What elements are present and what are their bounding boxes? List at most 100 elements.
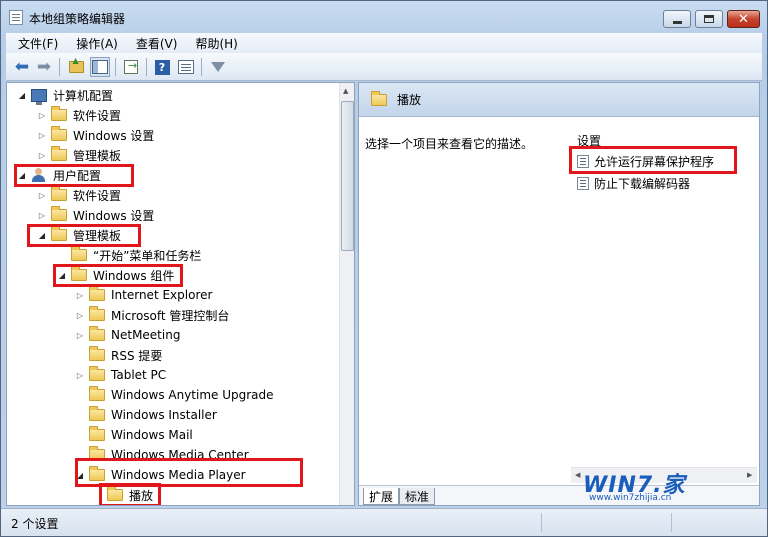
tree-item-label: Windows 设置 [73, 128, 155, 143]
expander-icon[interactable]: ◢ [17, 91, 27, 100]
tree-item-label: 计算机配置 [53, 88, 114, 103]
expander-icon[interactable]: ▷ [75, 331, 85, 340]
window-title: 本地组策略编辑器 [29, 12, 126, 26]
status-divider [671, 513, 672, 532]
expander-icon[interactable]: ▷ [37, 131, 47, 140]
tree-item-windows-settings[interactable]: ▷ Windows 设置 [37, 125, 154, 145]
toolbar-separator [59, 58, 60, 76]
folder-icon [51, 146, 67, 161]
export-list-button[interactable] [121, 57, 141, 77]
expander-icon[interactable]: ▷ [75, 291, 85, 300]
tree-item-windows-mail[interactable]: Windows Mail [75, 425, 193, 445]
title-bar[interactable]: 本地组策略编辑器 ✕ [1, 1, 767, 33]
folder-icon [51, 206, 67, 221]
setting-item-prevent-codec-download[interactable]: 防止下载编解码器 [577, 174, 690, 192]
tree-item-label: 管理模板 [73, 148, 122, 163]
tree-item-label: Windows Mail [111, 428, 193, 442]
tree-item-label: Windows 设置 [73, 208, 155, 223]
details-pane: 播放 选择一个项目来查看它的描述。 设置 允许运行屏幕保护程序 防止下载编解码器… [358, 82, 760, 506]
tree-item-label: 软件设置 [73, 108, 122, 123]
tree-item-label: Windows Installer [111, 408, 217, 422]
up-button[interactable] [66, 56, 86, 77]
folder-icon [89, 406, 105, 421]
folder-icon [89, 306, 105, 321]
back-icon: ⬅ [14, 56, 30, 77]
tree-item-computer-config[interactable]: ◢ 计算机配置 [17, 85, 113, 105]
scroll-up-icon[interactable]: ▲ [343, 87, 348, 95]
view-icon [178, 60, 194, 74]
folder-icon [89, 426, 105, 441]
app-icon [9, 10, 23, 25]
tree-item-netmeeting[interactable]: ▷ NetMeeting [75, 325, 180, 345]
details-header-title: 播放 [397, 93, 422, 107]
tree-item-software-settings[interactable]: ▷ 软件设置 [37, 105, 121, 125]
tree-item-label: “开始”菜单和任务栏 [93, 248, 202, 263]
export-list-icon [124, 59, 138, 74]
maximize-button[interactable] [695, 10, 723, 28]
highlight-box [569, 146, 737, 174]
tree-item-label: RSS 提要 [111, 348, 163, 363]
tab-standard[interactable]: 标准 [399, 488, 436, 505]
forward-button[interactable]: ➡ [34, 57, 54, 77]
scroll-thumb[interactable] [341, 101, 354, 251]
show-tree-button[interactable] [90, 57, 110, 77]
tree-item-windows-installer[interactable]: Windows Installer [75, 405, 217, 425]
tree-item-label: Internet Explorer [111, 288, 213, 302]
menu-action[interactable]: 操作(A) [64, 35, 124, 52]
site-watermark: WIN7.家 www.win7zhijia.cn [583, 467, 733, 507]
expander-icon[interactable]: ▷ [37, 111, 47, 120]
menu-file[interactable]: 文件(F) [6, 35, 64, 52]
tree-pane: ◢ 计算机配置 ▷ 软件设置 ▷ Windows 设置 ▷ 管理模板 ◢ 用户配… [6, 82, 355, 506]
status-bar: 2 个设置 [1, 508, 767, 536]
menu-help[interactable]: 帮助(H) [183, 35, 243, 52]
tab-extended[interactable]: 扩展 [363, 488, 400, 505]
folder-icon [51, 106, 67, 121]
tree-item-rss[interactable]: RSS 提要 [75, 345, 162, 365]
scroll-left-icon[interactable]: ◀ [575, 471, 580, 479]
status-divider [541, 513, 542, 532]
tree-item-internet-explorer[interactable]: ▷ Internet Explorer [75, 285, 212, 305]
menu-bar: 文件(F) 操作(A) 查看(V) 帮助(H) [6, 33, 762, 53]
view-button[interactable] [176, 57, 196, 77]
menu-view[interactable]: 查看(V) [124, 35, 184, 52]
tree-scrollbar[interactable]: ▲ [339, 83, 354, 505]
tree-item-tablet-pc[interactable]: ▷ Tablet PC [75, 365, 166, 385]
expander-icon[interactable]: ▷ [75, 311, 85, 320]
back-button[interactable]: ⬅ [12, 57, 32, 77]
tree-item-user-software-settings[interactable]: ▷ 软件设置 [37, 185, 121, 205]
folder-icon [51, 186, 67, 201]
scroll-right-icon[interactable]: ▶ [747, 471, 752, 479]
folder-icon [89, 326, 105, 341]
minimize-button[interactable] [663, 10, 691, 28]
tree-item-anytime-upgrade[interactable]: Windows Anytime Upgrade [75, 385, 274, 405]
tree-item-start-menu[interactable]: “开始”菜单和任务栏 [57, 245, 201, 265]
folder-icon [71, 246, 87, 261]
show-tree-icon [92, 60, 108, 74]
expander-icon[interactable]: ▷ [37, 191, 47, 200]
toolbar: ⬅ ➡ ? [6, 53, 762, 81]
highlight-box [99, 483, 161, 505]
toolbar-separator [201, 58, 202, 76]
toolbar-separator [115, 58, 116, 76]
details-header: 播放 [359, 83, 759, 117]
expander-icon[interactable]: ▷ [37, 211, 47, 220]
tree-item-label: Windows Anytime Upgrade [111, 388, 274, 402]
toolbar-separator [146, 58, 147, 76]
tree-item-label: Microsoft 管理控制台 [111, 308, 230, 323]
tree-item-mmc[interactable]: ▷ Microsoft 管理控制台 [75, 305, 229, 325]
close-button[interactable]: ✕ [727, 10, 760, 28]
tree-item-user-windows-settings[interactable]: ▷ Windows 设置 [37, 205, 154, 225]
help-icon: ? [154, 59, 170, 75]
tree-item-admin-templates[interactable]: ▷ 管理模板 [37, 145, 121, 165]
filter-button[interactable] [208, 57, 228, 77]
expander-icon[interactable]: ▷ [37, 151, 47, 160]
expander-icon[interactable]: ▷ [75, 371, 85, 380]
help-button[interactable]: ? [152, 57, 172, 77]
computer-icon [31, 88, 47, 105]
tree-item-label: 软件设置 [73, 188, 122, 203]
app-window: 本地组策略编辑器 ✕ 文件(F) 操作(A) 查看(V) 帮助(H) ⬅ ➡ ?… [0, 0, 768, 537]
status-text: 2 个设置 [11, 517, 59, 531]
forward-icon: ➡ [36, 56, 52, 77]
setting-label: 防止下载编解码器 [594, 176, 691, 191]
folder-icon [89, 346, 105, 361]
